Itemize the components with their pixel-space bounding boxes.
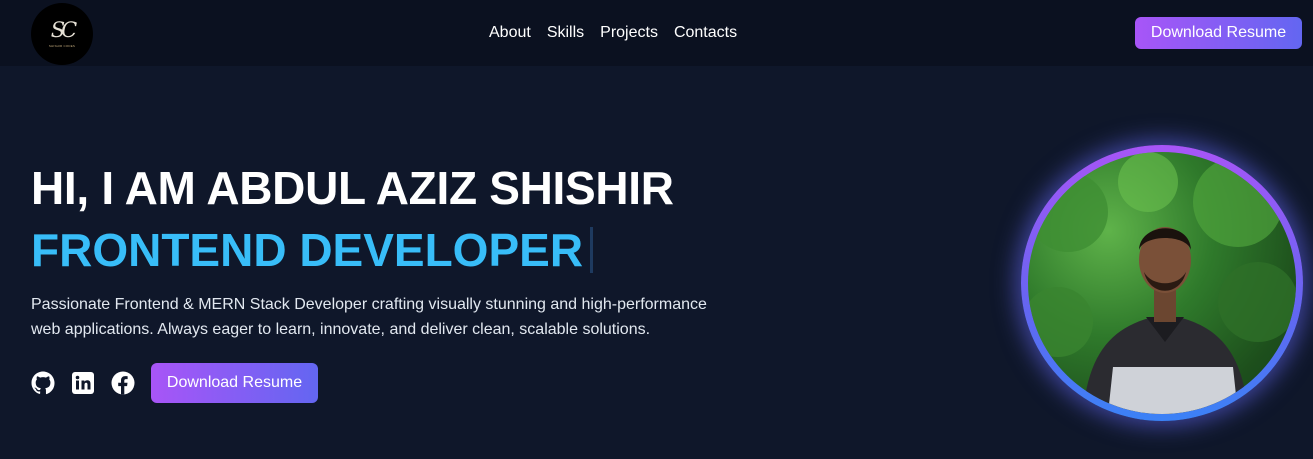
logo-subtitle: SHISHIR CODES [48,44,76,48]
typing-cursor [590,227,594,273]
nav-download-resume-button[interactable]: Download Resume [1135,17,1302,49]
navbar: SC SHISHIR CODES About Skills Projects C… [0,0,1313,66]
nav-link-contacts[interactable]: Contacts [674,24,737,42]
nav-link-projects[interactable]: Projects [600,24,658,42]
linkedin-icon[interactable] [71,371,95,395]
hero-description: Passionate Frontend & MERN Stack Develop… [31,296,707,338]
page: SC SHISHIR CODES About Skills Projects C… [0,0,1313,459]
hero-role: FRONTEND DEVELOPER [31,224,584,276]
hero-title: HI, I AM ABDUL AZIZ SHISHIR [31,162,674,214]
logo[interactable]: SC SHISHIR CODES [31,3,93,65]
facebook-icon[interactable] [111,371,135,395]
logo-mark: SC [50,18,78,42]
github-icon[interactable] [31,371,55,395]
nav-link-skills[interactable]: Skills [547,24,584,42]
profile-photo [1028,152,1296,414]
hero-download-resume-button[interactable]: Download Resume [151,363,318,403]
profile-photo-frame [1021,145,1303,421]
nav-links: About Skills Projects Contacts [489,24,737,42]
social-links [31,371,135,395]
nav-link-about[interactable]: About [489,24,531,42]
hero-role-row: FRONTEND DEVELOPER [31,224,594,276]
